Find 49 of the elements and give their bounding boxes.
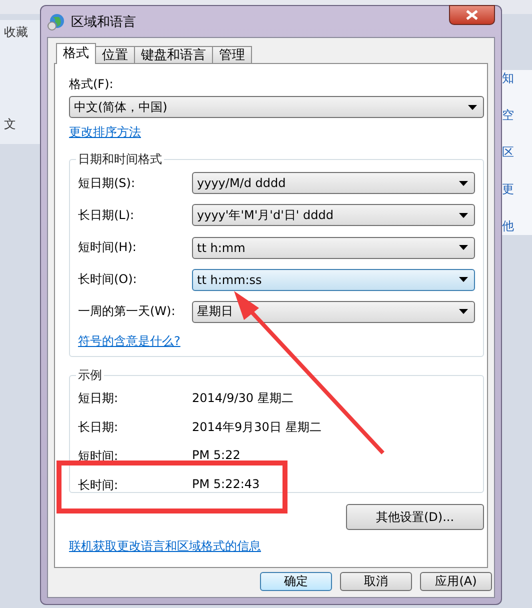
window-title: 区域和语言 — [71, 14, 136, 30]
format-dropdown[interactable]: tt h:mm — [192, 236, 475, 258]
background-text: 区 — [502, 144, 515, 161]
example-value: 2014/9/30 星期二 — [192, 390, 294, 407]
dialog-button[interactable]: 确定 — [260, 572, 332, 591]
tab[interactable]: 管理 — [212, 46, 252, 64]
online-info-link[interactable]: 联机获取更改语言和区域格式的信息 — [69, 538, 261, 555]
format-dropdown[interactable]: yyyy/M/d dddd — [192, 172, 475, 194]
format-dropdown[interactable]: yyyy'年'M'月'd'日' dddd — [192, 204, 475, 226]
format-dropdown[interactable]: 星期日 — [192, 300, 475, 323]
sort-link[interactable]: 更改排序方法 — [69, 124, 141, 141]
format-dropdown[interactable]: tt h:mm:ss — [192, 268, 475, 291]
background-text: 收藏 — [4, 24, 29, 41]
dropdown-arrow-icon — [468, 104, 477, 110]
background-text: 他 — [502, 218, 515, 235]
example-value: PM 5:22 — [192, 448, 240, 464]
format-dropdown[interactable]: 中文(简体，中国) — [69, 96, 484, 118]
background-text: 文 — [4, 116, 17, 133]
dropdown-arrow-icon — [459, 245, 468, 250]
field-label: 一周的第一天(W): — [78, 303, 176, 320]
close-button[interactable] — [449, 5, 495, 25]
example-label: 长时间: — [78, 477, 120, 494]
example-value: 2014年9月30日 星期二 — [192, 419, 322, 436]
more-settings-button[interactable]: 其他设置(D)... — [346, 504, 484, 530]
dropdown-arrow-icon — [459, 180, 468, 186]
example-label: 长日期: — [78, 419, 120, 436]
field-label: 短日期(S): — [78, 174, 136, 192]
tab[interactable]: 格式 — [56, 43, 96, 64]
tab[interactable]: 键盘和语言 — [134, 46, 213, 64]
group-title: 示例 — [76, 367, 104, 384]
group-title: 日期和时间格式 — [76, 151, 164, 168]
field-label: 长时间(O): — [78, 271, 138, 288]
field-label: 格式(F): — [69, 76, 114, 93]
dialog-button[interactable]: 应用(A) — [420, 572, 492, 591]
dropdown-arrow-icon — [459, 212, 468, 218]
dropdown-arrow-icon — [459, 309, 468, 314]
background-text: 空 — [502, 107, 515, 124]
example-label: 短日期: — [78, 390, 120, 407]
close-icon — [466, 10, 478, 20]
dialog-button[interactable]: 取消 — [340, 572, 412, 591]
background-text: 知 — [502, 70, 515, 87]
tab[interactable]: 位置 — [95, 46, 135, 64]
background-text: 更 — [502, 181, 515, 198]
dropdown-arrow-icon — [459, 277, 468, 282]
globe-icon — [47, 12, 65, 30]
help-link[interactable]: 符号的含意是什么? — [78, 333, 180, 350]
field-label: 短时间(H): — [78, 239, 138, 256]
example-value: PM 5:22:43 — [192, 477, 260, 493]
field-label: 长日期(L): — [78, 206, 136, 224]
